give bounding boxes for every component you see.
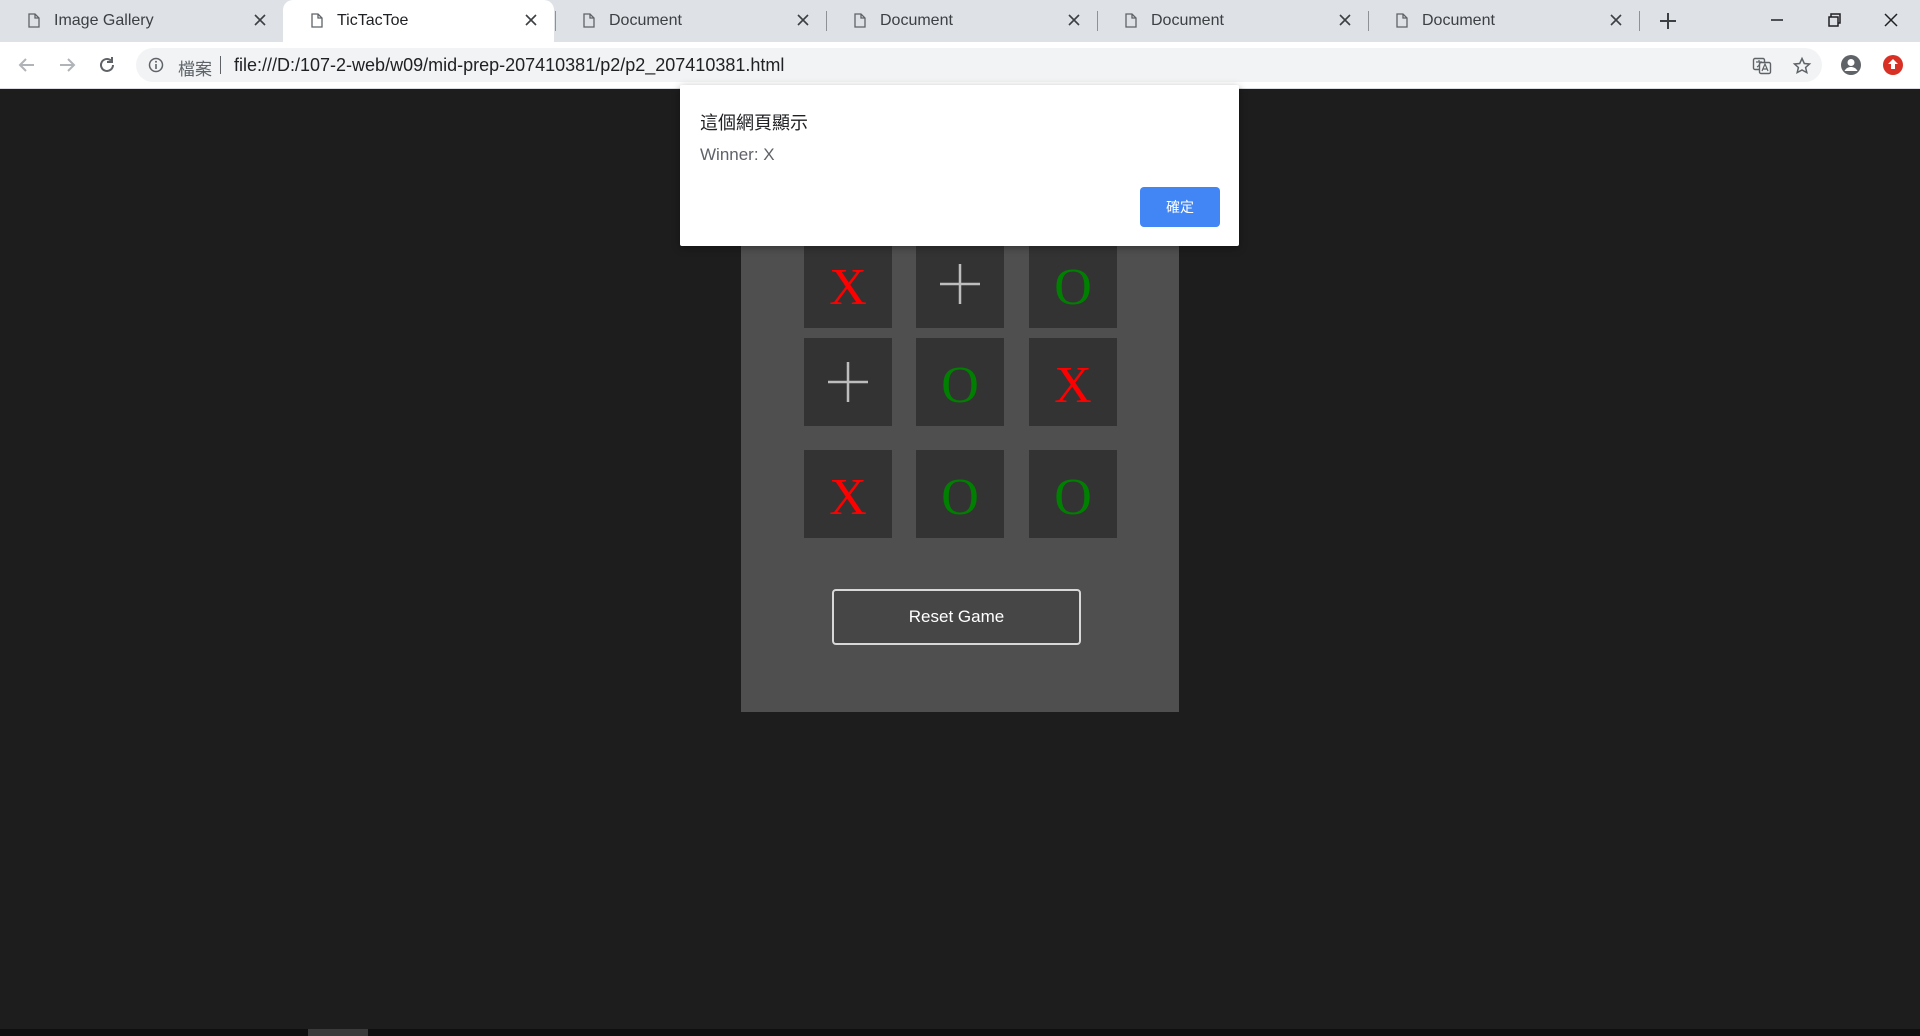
tab[interactable]: Image Gallery bbox=[0, 0, 283, 42]
tab-title: TicTacToe bbox=[337, 12, 409, 29]
o-mark: O bbox=[1054, 259, 1092, 316]
dialog-title: 這個網頁顯示 bbox=[700, 113, 808, 133]
plus-icon bbox=[940, 264, 980, 304]
new-tab-icon[interactable] bbox=[1656, 9, 1680, 33]
restore-icon[interactable] bbox=[1820, 8, 1848, 32]
board-cell[interactable]: O bbox=[1029, 240, 1117, 328]
tab-close-icon[interactable] bbox=[522, 11, 540, 29]
board-cell[interactable]: X bbox=[804, 450, 892, 538]
document-icon bbox=[1125, 13, 1137, 28]
tab-separator bbox=[1639, 11, 1640, 31]
o-mark: O bbox=[1054, 469, 1092, 526]
address-bar[interactable]: 檔案 file:///D:/107-2-web/w09/mid-prep-207… bbox=[136, 48, 1822, 82]
browser-toolbar: 檔案 file:///D:/107-2-web/w09/mid-prep-207… bbox=[0, 42, 1920, 89]
tab-close-icon[interactable] bbox=[794, 11, 812, 29]
board-cell[interactable] bbox=[804, 338, 892, 426]
profile-avatar-icon[interactable] bbox=[1840, 54, 1862, 76]
board-cell[interactable]: O bbox=[1029, 450, 1117, 538]
document-icon bbox=[583, 13, 595, 28]
reload-icon[interactable] bbox=[96, 54, 118, 76]
board-cell[interactable]: O bbox=[916, 450, 1004, 538]
tab[interactable]: Document bbox=[555, 0, 826, 42]
dialog-message: Winner: X bbox=[700, 145, 775, 164]
security-label: 檔案 bbox=[178, 60, 212, 79]
board-cell[interactable] bbox=[916, 240, 1004, 328]
dialog-ok-button[interactable]: 確定 bbox=[1140, 187, 1220, 227]
bottom-strip bbox=[0, 1029, 1920, 1036]
tab-title: Document bbox=[609, 12, 682, 29]
bottom-scroll-thumb[interactable] bbox=[308, 1029, 368, 1036]
tab-title: Document bbox=[1151, 12, 1224, 29]
info-icon[interactable] bbox=[148, 57, 164, 73]
tab[interactable]: Document bbox=[1097, 0, 1368, 42]
tab[interactable]: Document bbox=[826, 0, 1097, 42]
tab[interactable]: TicTacToe bbox=[283, 0, 554, 42]
omnibox-divider bbox=[220, 56, 221, 74]
board-cell[interactable]: O bbox=[916, 338, 1004, 426]
tab-strip: Image Gallery TicTacToe Document Document Do… bbox=[0, 0, 1920, 42]
tab-title: Document bbox=[880, 12, 953, 29]
x-mark: X bbox=[1054, 357, 1092, 414]
tab-separator bbox=[826, 11, 827, 31]
tab-close-icon[interactable] bbox=[1065, 11, 1083, 29]
document-icon bbox=[311, 13, 323, 28]
document-icon bbox=[854, 13, 866, 28]
o-mark: O bbox=[941, 469, 979, 526]
document-icon bbox=[28, 13, 40, 28]
tab-separator bbox=[1368, 11, 1369, 31]
tab-close-icon[interactable] bbox=[251, 11, 269, 29]
translate-icon[interactable] bbox=[1752, 56, 1772, 76]
x-mark: X bbox=[829, 469, 867, 526]
reset-game-button[interactable]: Reset Game bbox=[832, 589, 1081, 645]
o-mark: O bbox=[941, 357, 979, 414]
document-icon bbox=[1396, 13, 1408, 28]
tab-separator bbox=[555, 11, 556, 31]
x-mark: X bbox=[829, 259, 867, 316]
tab-title: Document bbox=[1422, 12, 1495, 29]
board-cell[interactable]: X bbox=[804, 240, 892, 328]
forward-arrow-icon[interactable] bbox=[56, 54, 78, 76]
close-window-icon[interactable] bbox=[1877, 8, 1905, 32]
tab-separator bbox=[1097, 11, 1098, 31]
back-arrow-icon[interactable] bbox=[16, 54, 38, 76]
tab-title: Image Gallery bbox=[54, 12, 154, 29]
update-icon[interactable] bbox=[1882, 54, 1904, 76]
tab[interactable]: Document bbox=[1368, 0, 1639, 42]
alert-dialog: 這個網頁顯示 Winner: X 確定 bbox=[680, 85, 1239, 246]
plus-icon bbox=[828, 362, 868, 402]
url-text[interactable]: file:///D:/107-2-web/w09/mid-prep-207410… bbox=[234, 55, 784, 76]
minimize-icon[interactable] bbox=[1763, 8, 1791, 32]
tab-close-icon[interactable] bbox=[1607, 11, 1625, 29]
bookmark-star-icon[interactable] bbox=[1792, 56, 1812, 76]
tab-close-icon[interactable] bbox=[1336, 11, 1354, 29]
board-cell[interactable]: X bbox=[1029, 338, 1117, 426]
